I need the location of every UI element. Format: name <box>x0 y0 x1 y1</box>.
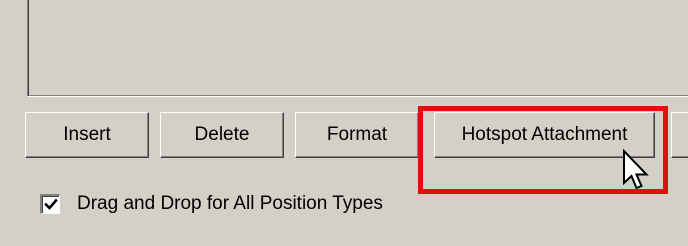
delete-button[interactable]: Delete <box>160 112 284 158</box>
delete-button-label: Delete <box>194 124 250 145</box>
hotspot-attachment-button-label: Hotspot Attachment <box>461 124 628 145</box>
insert-button-label: Insert <box>63 124 111 145</box>
list-area[interactable] <box>27 0 688 97</box>
next-button-partial[interactable] <box>671 112 688 158</box>
drag-drop-label: Drag and Drop for All Position Types <box>77 193 383 214</box>
checkmark-icon <box>44 198 58 210</box>
insert-button[interactable]: Insert <box>25 112 149 158</box>
drag-drop-checkbox[interactable] <box>40 194 60 214</box>
dialog-panel: Insert Delete Format Hotspot Attachment … <box>0 0 688 246</box>
format-button-label: Format <box>326 124 388 145</box>
format-button[interactable]: Format <box>295 112 419 158</box>
drag-drop-option[interactable]: Drag and Drop for All Position Types <box>40 191 383 217</box>
hotspot-attachment-button[interactable]: Hotspot Attachment <box>434 112 655 158</box>
